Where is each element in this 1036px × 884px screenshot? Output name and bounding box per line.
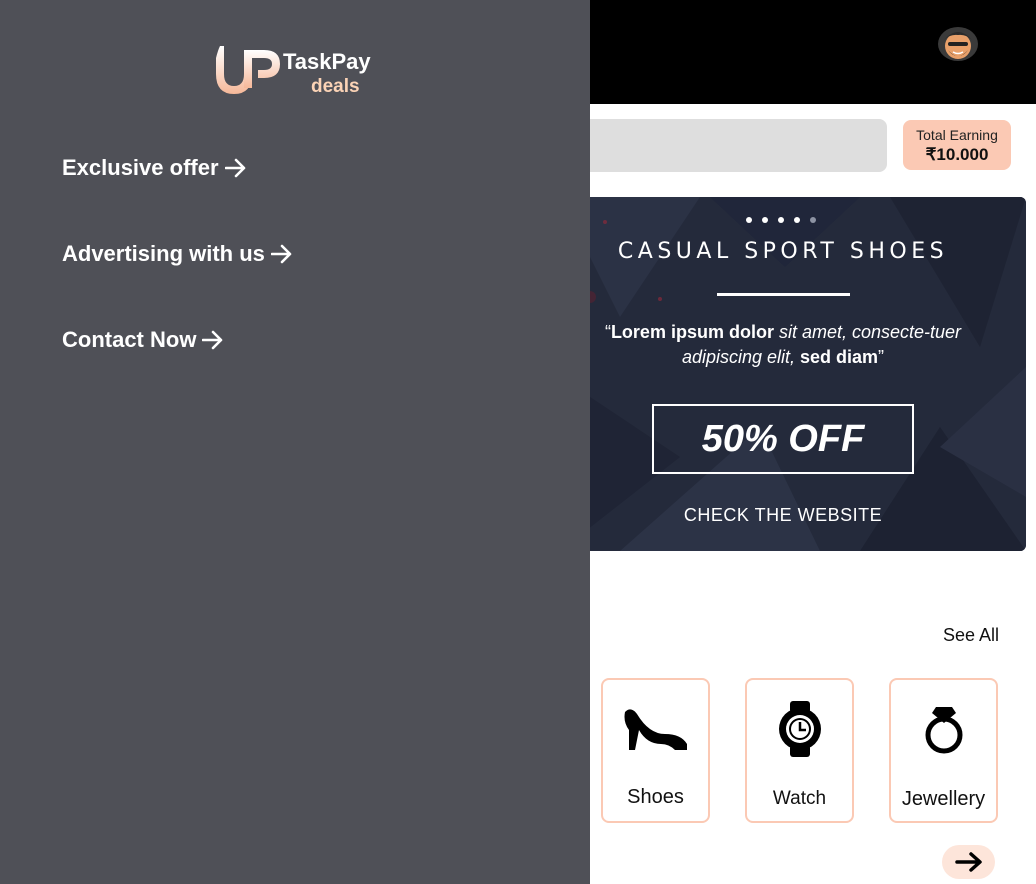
menu-item-advertising[interactable]: Advertising with us <box>62 241 293 267</box>
logo-sub: deals <box>311 76 360 97</box>
ring-icon <box>891 698 996 760</box>
see-all-link[interactable]: See All <box>943 625 999 646</box>
carousel-dots <box>746 217 816 223</box>
banner-quote: “Lorem ipsum dolor sit amet, consecte-tu… <box>604 322 962 367</box>
high-heel-icon <box>603 698 708 760</box>
logo-mark-icon <box>216 46 280 94</box>
category-label: Shoes <box>627 786 684 808</box>
banner-title: CASUAL SPORT SHOES <box>617 239 949 264</box>
arrow-right-icon <box>270 244 292 264</box>
carousel-dot[interactable] <box>794 217 800 223</box>
logo-brand: TaskPay <box>283 49 371 74</box>
category-label: Watch <box>772 788 827 809</box>
category-card-jewellery[interactable]: Jewellery <box>889 678 998 823</box>
banner-offer: 50% OFF <box>652 404 914 474</box>
app-screen: Total Earning ₹10.000 CASUAL SPORT SHOES… <box>0 0 1036 884</box>
earning-value: ₹10.000 <box>925 145 989 164</box>
category-card-shoes[interactable]: Shoes <box>601 678 710 823</box>
next-button[interactable] <box>942 845 995 879</box>
menu-item-label: Advertising with us <box>62 241 265 266</box>
carousel-dot[interactable] <box>746 217 752 223</box>
taskpay-logo: TaskPay deals <box>214 44 384 100</box>
arrow-right-icon <box>954 852 982 872</box>
banner-cta[interactable]: CHECK THE WEBSITE <box>620 505 946 526</box>
total-earning-badge[interactable]: Total Earning ₹10.000 <box>903 120 1011 170</box>
quote-bold-2: sed diam <box>800 347 879 367</box>
menu-item-label: Exclusive offer <box>62 155 219 180</box>
carousel-dot[interactable] <box>778 217 784 223</box>
user-avatar-icon[interactable] <box>936 24 980 64</box>
search-input[interactable] <box>540 119 887 172</box>
menu-item-label: Contact Now <box>62 327 197 352</box>
arrow-right-icon <box>202 330 223 350</box>
watch-icon <box>747 698 852 760</box>
quote-bold-1: Lorem ipsum dolor <box>610 322 774 342</box>
side-drawer: TaskPay deals Exclusive offer Advertisin… <box>0 0 590 884</box>
carousel-dot[interactable] <box>810 217 816 223</box>
promo-banner[interactable]: CASUAL SPORT SHOES “Lorem ipsum dolor si… <box>560 197 1026 551</box>
carousel-dot[interactable] <box>762 217 768 223</box>
menu-item-contact-now[interactable]: Contact Now <box>62 327 224 353</box>
banner-divider <box>717 293 850 296</box>
earning-label: Total Earning <box>916 127 998 143</box>
menu-item-exclusive-offer[interactable]: Exclusive offer <box>62 155 247 181</box>
category-label: Jewellery <box>901 788 986 810</box>
category-card-watch[interactable]: Watch <box>745 678 854 823</box>
arrow-right-icon <box>224 158 245 178</box>
